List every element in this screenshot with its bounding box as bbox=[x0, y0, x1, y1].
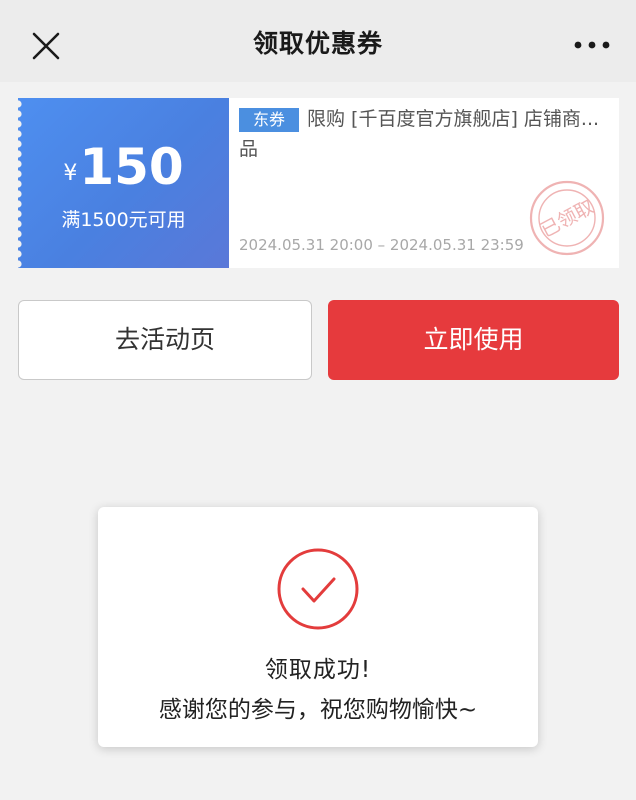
amount-value: 150 bbox=[79, 138, 184, 196]
coupon-validity: 2024.05.31 20:00 – 2024.05.31 23:59 bbox=[239, 236, 524, 254]
go-activity-button[interactable]: 去活动页 bbox=[18, 300, 312, 380]
toast-message: 感谢您的参与，祝您购物愉快~ bbox=[158, 697, 478, 723]
success-toast: 领取成功! 感谢您的参与，祝您购物愉快~ bbox=[98, 507, 538, 747]
toast-title: 领取成功! bbox=[264, 657, 372, 683]
page-title: 领取优惠券 bbox=[252, 29, 383, 58]
check-circle-icon bbox=[277, 548, 359, 630]
coupon-description-line2: 品 bbox=[239, 138, 259, 160]
currency-symbol: ¥ bbox=[63, 161, 78, 186]
coupon-condition: 满1500元可用 bbox=[61, 209, 186, 231]
more-icon[interactable] bbox=[570, 30, 614, 60]
coupon-amount: ¥150 bbox=[18, 138, 229, 196]
claimed-stamp-icon: 已领取 bbox=[529, 180, 605, 256]
coupon-description-line1: 限购 [千百度官方旗舰店] 店铺商... bbox=[307, 108, 600, 130]
coupon-card: ¥150 满1500元可用 东券 限购 [千百度官方旗舰店] 店铺商... 品 … bbox=[18, 98, 619, 268]
coupon-value-panel: ¥150 满1500元可用 bbox=[18, 98, 229, 268]
coupon-description: 限购 [千百度官方旗舰店] 店铺商... 品 bbox=[239, 104, 617, 164]
use-now-button[interactable]: 立即使用 bbox=[328, 300, 619, 380]
navbar: 领取优惠券 bbox=[0, 0, 636, 82]
coupon-info-panel: 东券 限购 [千百度官方旗舰店] 店铺商... 品 已领取 2024.05.31… bbox=[229, 98, 619, 268]
